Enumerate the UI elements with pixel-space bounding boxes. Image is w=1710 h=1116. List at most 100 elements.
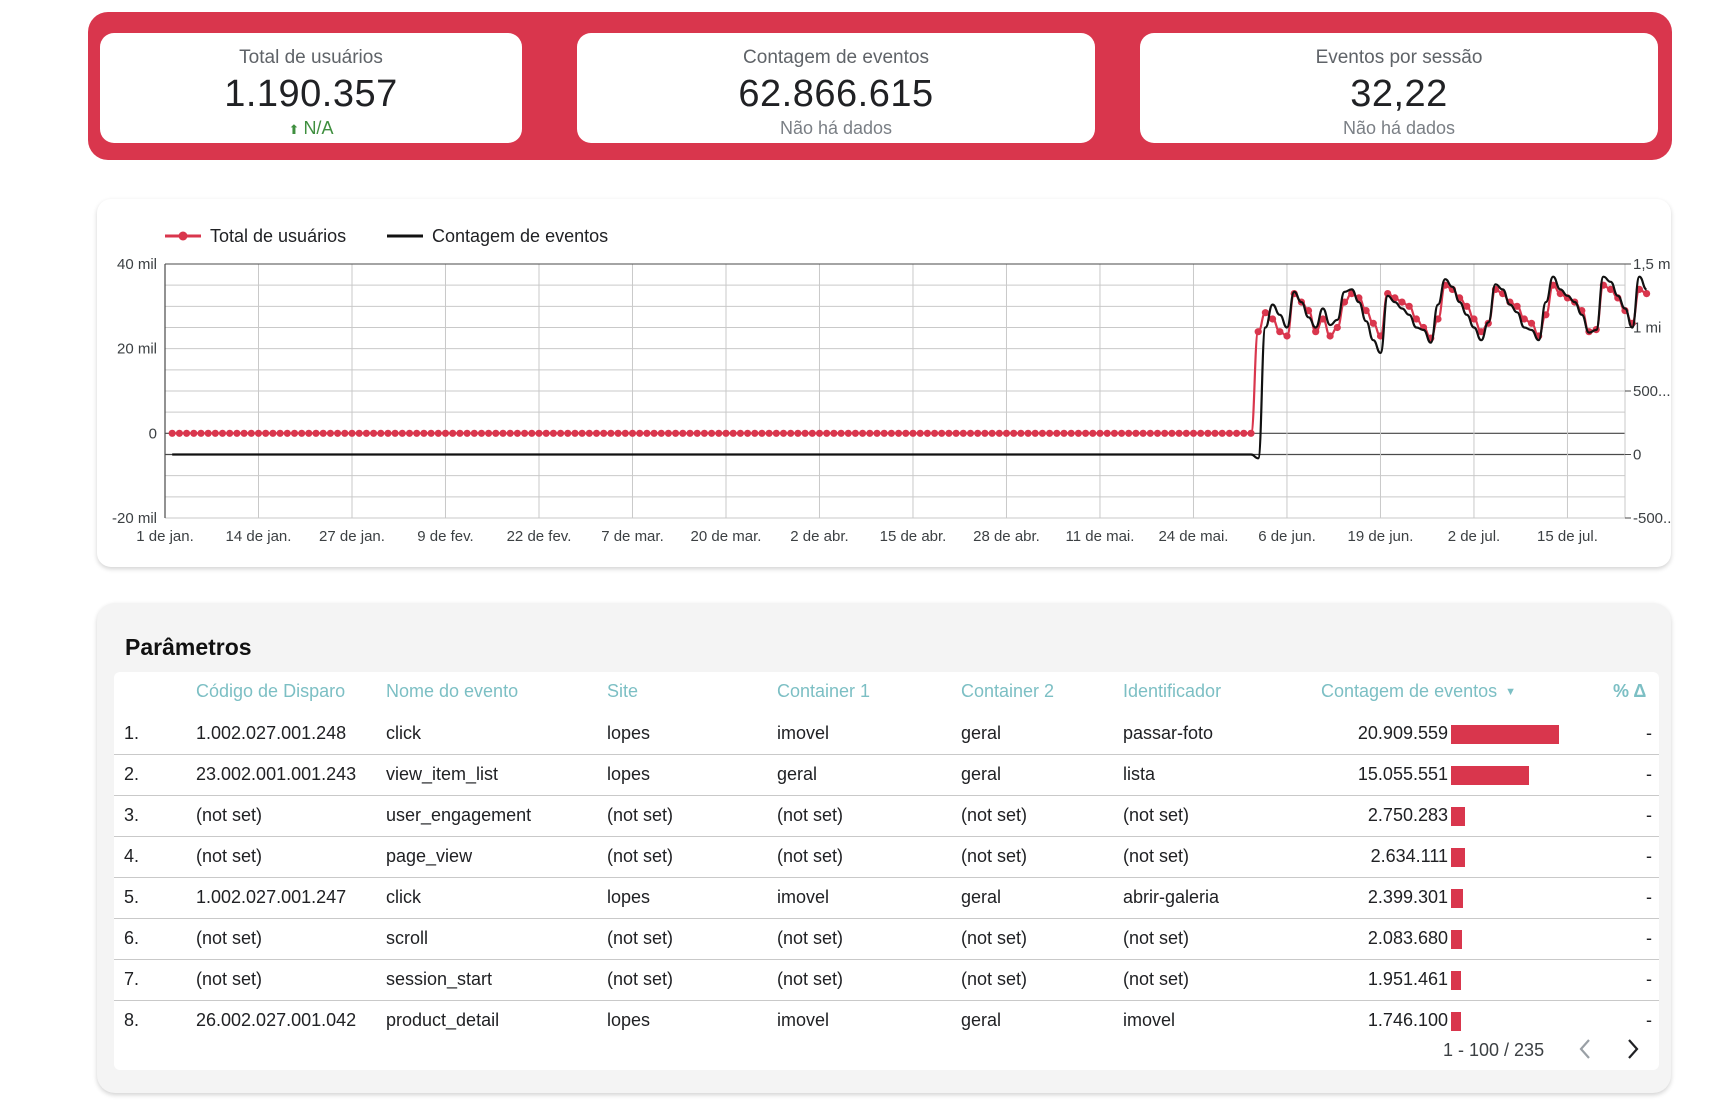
- table-title: Parâmetros: [125, 634, 252, 660]
- kpi-band: Total de usuários 1.190.357 ⬆ N/A Contage…: [88, 12, 1672, 160]
- x-tick-label: 9 de fev.: [417, 528, 473, 545]
- data-point: [1398, 298, 1406, 306]
- data-point: [614, 429, 622, 437]
- data-point: [779, 429, 788, 437]
- data-point: [830, 429, 838, 437]
- data-point: [326, 429, 334, 437]
- count-bar: [1451, 971, 1461, 990]
- parameters-table-card: Parâmetros Código de Disparo Nome do eve…: [97, 603, 1671, 1093]
- y-right-tick-label: -500...: [1633, 510, 1671, 527]
- y-left-tick-label: 20 mil: [117, 341, 157, 358]
- chart-legend[interactable]: Total de usuários Contagem de eventos: [165, 226, 608, 246]
- data-point: [175, 429, 183, 437]
- header-evento[interactable]: Nome do evento: [386, 681, 518, 702]
- table-row[interactable]: 7. (not set) session_start (not set) (not se…: [114, 959, 1659, 1001]
- cell-count: 1.951.461: [1367, 969, 1448, 989]
- data-point: [744, 429, 752, 437]
- legend-marker-users: [178, 231, 188, 241]
- cell-c1: (not set): [777, 846, 844, 866]
- data-point: [708, 429, 716, 437]
- kpi-value: 32,22: [1350, 73, 1448, 115]
- legend-label-users: Total de usuários: [210, 226, 346, 246]
- cell-site: lopes: [607, 723, 651, 743]
- data-point: [1153, 429, 1162, 437]
- header-container1[interactable]: Container 1: [777, 681, 870, 702]
- data-point: [664, 429, 673, 437]
- cell-c1: (not set): [777, 928, 844, 948]
- data-point: [895, 429, 903, 437]
- y-right-tick-label: 0: [1633, 447, 1641, 464]
- kpi-value: 1.190.357: [224, 73, 398, 115]
- y-left-tick-label: 40 mil: [117, 256, 157, 273]
- parameters-table: Código de Disparo Nome do evento Site Co…: [114, 672, 1659, 1070]
- cell-index: 5.: [124, 887, 140, 907]
- chevron-right-icon[interactable]: [1620, 1034, 1646, 1064]
- data-point: [427, 429, 435, 437]
- cell-codigo: 1.002.027.001.247: [196, 887, 347, 907]
- data-point: [341, 429, 349, 437]
- data-point: [384, 429, 392, 437]
- table-row[interactable]: 8. 26.002.027.001.042 product_detail lopes i…: [114, 1000, 1659, 1041]
- data-point: [974, 429, 982, 437]
- data-point: [600, 429, 608, 437]
- data-point: [348, 429, 356, 437]
- data-point: [592, 429, 601, 437]
- header-site[interactable]: Site: [607, 681, 638, 702]
- chevron-right-icon-shape: [1628, 1039, 1639, 1059]
- data-point: [283, 429, 291, 437]
- data-point: [413, 429, 421, 437]
- data-point: [931, 429, 939, 437]
- header-identificador[interactable]: Identificador: [1123, 681, 1221, 702]
- cell-delta: -: [1646, 764, 1652, 784]
- kpi-card-users[interactable]: Total de usuários 1.190.357 ⬆ N/A: [100, 33, 522, 143]
- cell-site: lopes: [607, 764, 651, 784]
- table-row[interactable]: 6. (not set) scroll (not set) (not set) (not …: [114, 918, 1659, 960]
- data-point: [334, 429, 342, 437]
- data-point: [319, 429, 327, 437]
- cell-delta: -: [1646, 887, 1652, 907]
- data-point: [693, 429, 701, 437]
- cell-id: (not set): [1123, 928, 1190, 948]
- x-tick-label: 20 de mar.: [691, 528, 762, 545]
- data-point: [506, 429, 514, 437]
- chevron-left-icon[interactable]: [1573, 1034, 1599, 1064]
- count-bar: [1451, 807, 1465, 826]
- table-row[interactable]: 5. 1.002.027.001.247 click lopes imovel geral…: [114, 877, 1659, 919]
- cell-delta: -: [1646, 723, 1652, 743]
- kpi-delta: Não há dados: [1342, 118, 1456, 138]
- data-point: [499, 429, 507, 437]
- data-point: [966, 429, 975, 437]
- kpi-card-events-per-session[interactable]: Eventos por sessão 32,22 Não há dados: [1140, 33, 1658, 143]
- data-point: [240, 429, 248, 437]
- header-contagem[interactable]: Contagem de eventos ▼: [1321, 681, 1516, 702]
- chevron-left-icon-shape: [1579, 1039, 1590, 1059]
- x-tick-label: 27 de jan.: [319, 528, 385, 545]
- table-row[interactable]: 2. 23.002.001.001.243 view_item_list lopes g…: [114, 754, 1659, 796]
- table-row[interactable]: 3. (not set) user_engagement (not set) (not …: [114, 795, 1659, 837]
- data-point: [859, 429, 867, 437]
- data-point: [204, 429, 212, 437]
- time-series-chart-card[interactable]: Total de usuários Contagem de eventos 1 …: [97, 199, 1671, 567]
- cell-id: lista: [1123, 764, 1156, 784]
- kpi-card-events[interactable]: Contagem de eventos 62.866.615 Não há da…: [577, 33, 1095, 143]
- table-row[interactable]: 4. (not set) page_view (not set) (not set) (n…: [114, 836, 1659, 878]
- sort-desc-icon[interactable]: ▼: [1505, 686, 1516, 698]
- data-point: [305, 429, 313, 437]
- cell-codigo: (not set): [196, 846, 263, 866]
- header-codigo[interactable]: Código de Disparo: [196, 681, 345, 702]
- x-tick-label: 11 de mai.: [1066, 528, 1135, 545]
- data-point: [1002, 429, 1011, 437]
- up-arrow-icon: ⬆: [288, 122, 300, 137]
- header-delta[interactable]: % Δ: [1613, 681, 1646, 702]
- data-point: [887, 429, 896, 437]
- data-point: [772, 429, 780, 437]
- chart-axes: 1 de jan. 14 de jan. 27 de jan. 9 de fev. 22…: [112, 256, 1671, 545]
- data-point: [902, 429, 910, 437]
- data-point: [686, 429, 694, 437]
- data-point: [751, 429, 759, 437]
- table-row[interactable]: 1. 1.002.027.001.248 click lopes imovel geral…: [114, 713, 1659, 755]
- data-point: [247, 429, 255, 437]
- data-point: [1074, 429, 1082, 437]
- cell-site: (not set): [607, 928, 674, 948]
- header-container2[interactable]: Container 2: [961, 681, 1054, 702]
